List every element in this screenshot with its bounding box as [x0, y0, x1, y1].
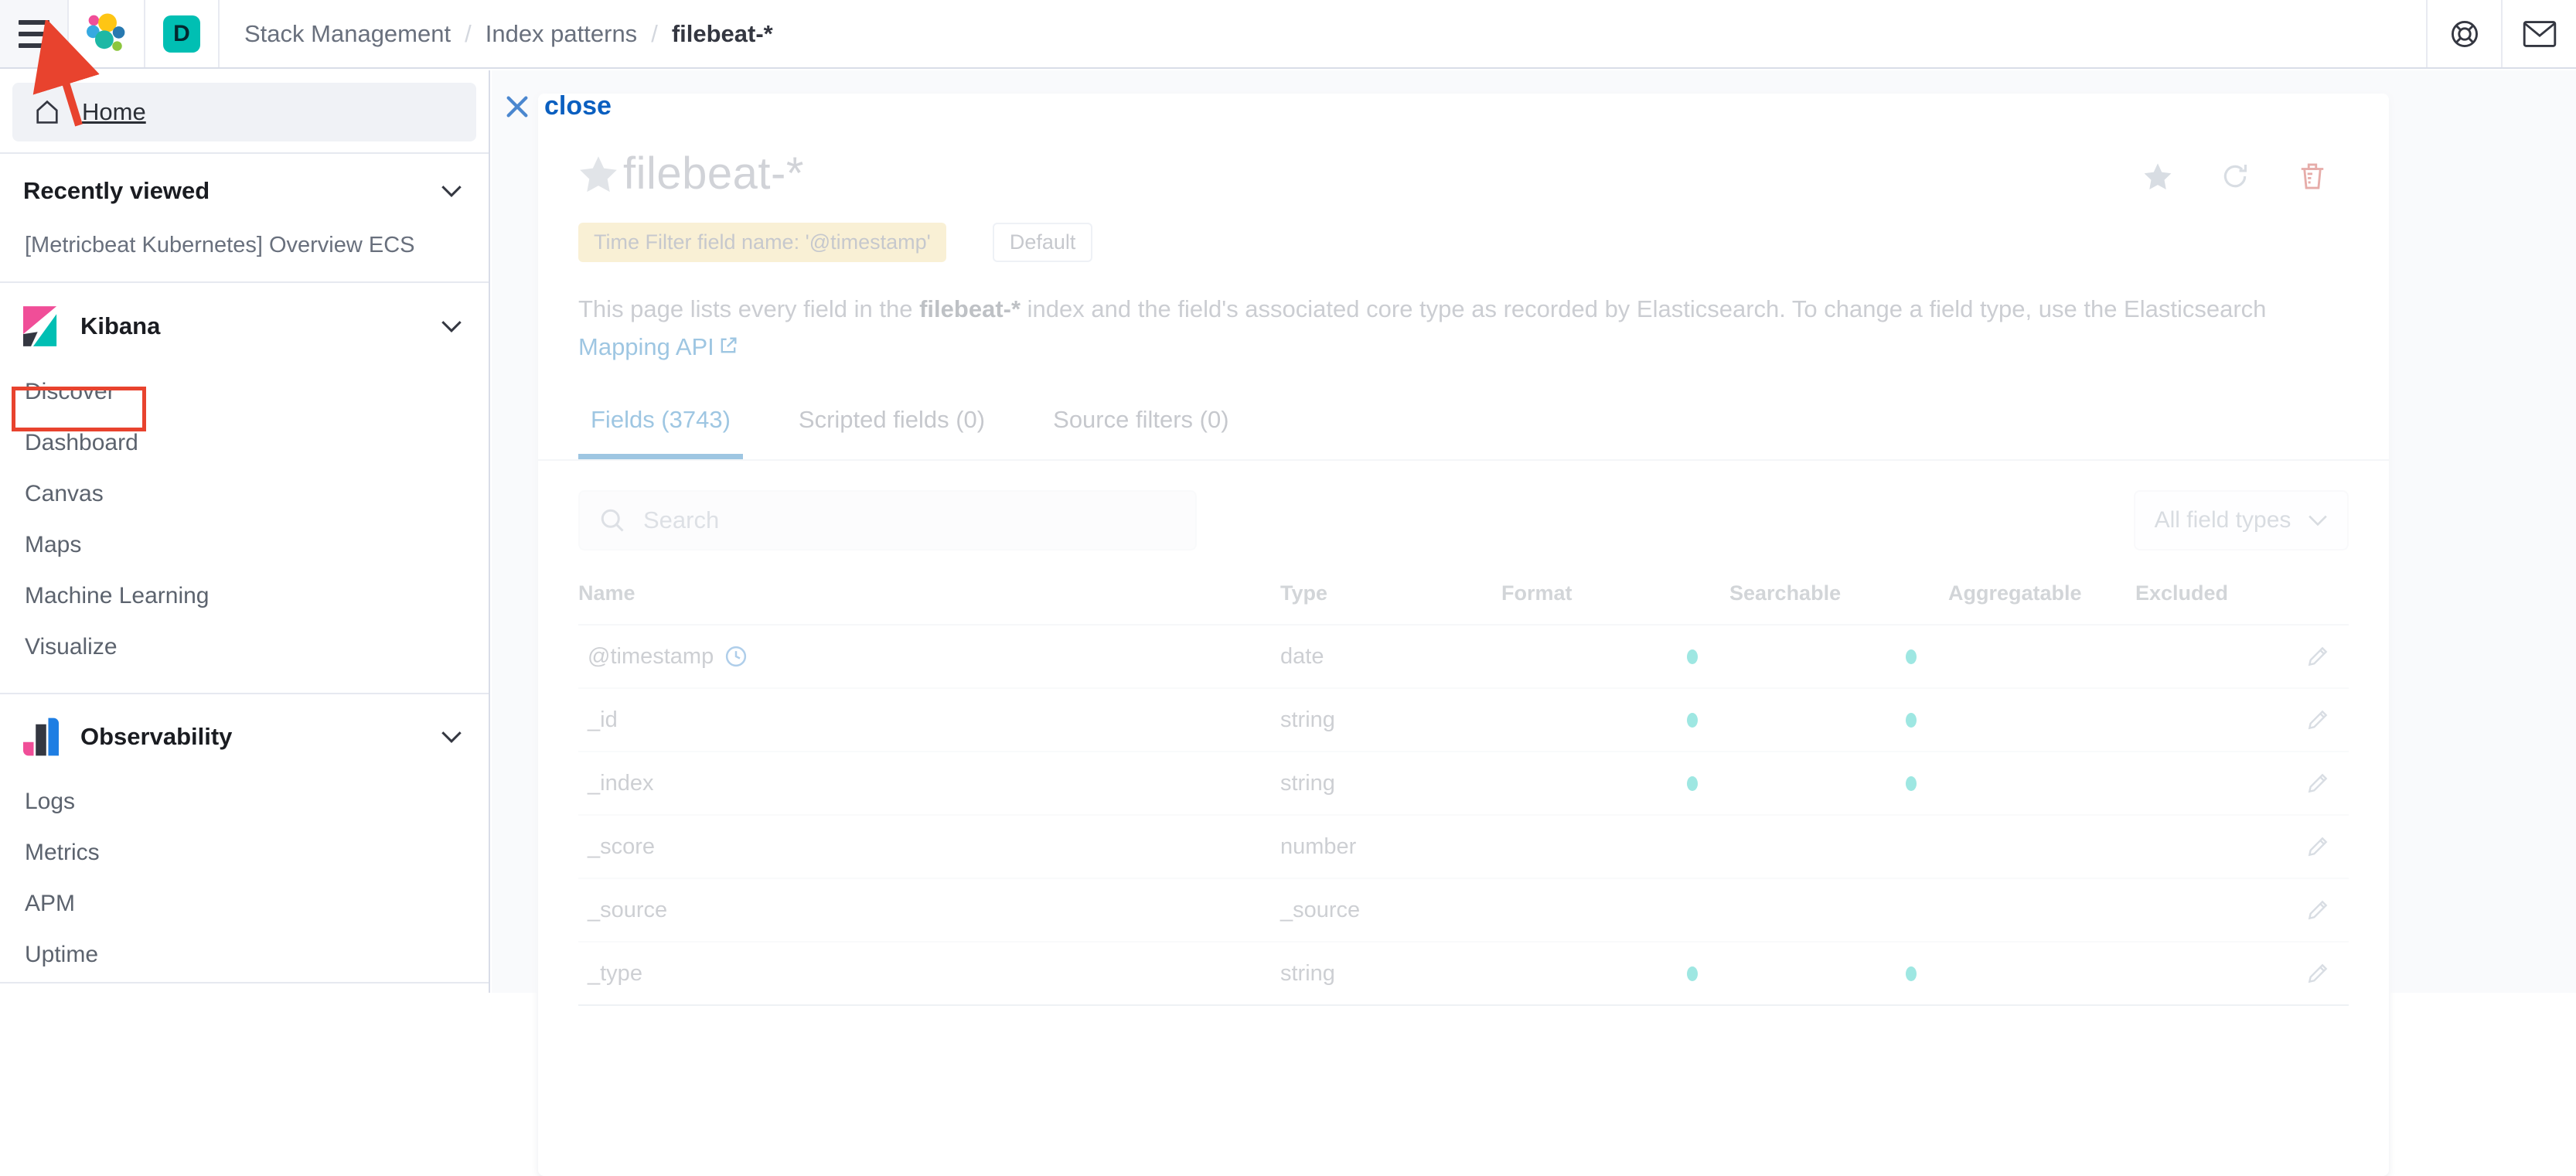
elastic-logo-icon	[86, 13, 128, 55]
home-icon	[32, 97, 62, 127]
breadcrumb-separator: /	[465, 20, 472, 48]
sidebar-item-canvas[interactable]: Canvas	[23, 469, 465, 520]
chevron-down-icon[interactable]	[441, 184, 462, 198]
breadcrumb-stack-management[interactable]: Stack Management	[244, 20, 451, 48]
breadcrumb-separator: /	[651, 20, 658, 48]
recently-viewed-item[interactable]: [Metricbeat Kubernetes] Overview ECS	[23, 225, 465, 261]
space-selector-button[interactable]: D	[145, 0, 220, 67]
sidebar-section-kibana: Kibana Discover Dashboard Canvas Maps Ma…	[0, 283, 489, 693]
sidebar-section-observability: Observability Logs Metrics APM Uptime	[0, 694, 489, 1000]
content-dim-overlay	[492, 70, 2576, 993]
help-life-ring-icon	[2449, 19, 2480, 49]
sidebar-item-home[interactable]: Home	[12, 83, 476, 141]
help-button[interactable]	[2426, 0, 2501, 67]
elastic-logo-button[interactable]	[69, 0, 145, 67]
close-label: close	[544, 91, 612, 121]
sidebar-item-visualize[interactable]: Visualize	[23, 622, 465, 673]
sidebar-item-logs[interactable]: Logs	[23, 776, 465, 827]
menu-hamburger-button[interactable]	[0, 0, 69, 67]
envelope-icon	[2523, 19, 2557, 49]
newsfeed-button[interactable]	[2501, 0, 2576, 67]
close-x-icon	[504, 94, 530, 120]
sidebar-item-discover[interactable]: Discover	[23, 366, 465, 418]
navigation-drawer: Home Recently viewed [Metricbeat Kuberne…	[0, 70, 490, 993]
sidebar-item-dashboard[interactable]: Dashboard	[23, 418, 465, 469]
sidebar-item-uptime[interactable]: Uptime	[23, 929, 465, 980]
observability-section-title[interactable]: Observability	[80, 723, 232, 751]
close-annotation-button[interactable]: close	[504, 91, 612, 121]
top-navigation-bar: D Stack Management / Index patterns / fi…	[0, 0, 2576, 69]
recently-viewed-title: Recently viewed	[23, 177, 210, 205]
space-badge: D	[163, 15, 200, 53]
observability-logo-icon	[23, 718, 59, 756]
sidebar-item-maps[interactable]: Maps	[23, 520, 465, 571]
hamburger-icon	[19, 20, 49, 48]
breadcrumb-current-page: filebeat-*	[672, 20, 773, 48]
sidebar-item-apm[interactable]: APM	[23, 878, 465, 929]
kibana-logo-icon	[23, 306, 59, 346]
home-label: Home	[82, 98, 146, 126]
sidebar-section-recently-viewed: Recently viewed [Metricbeat Kubernetes] …	[0, 154, 489, 281]
chevron-down-icon[interactable]	[441, 319, 462, 333]
chevron-down-icon[interactable]	[441, 730, 462, 744]
breadcrumb: Stack Management / Index patterns / file…	[220, 0, 773, 67]
sidebar-item-machine-learning[interactable]: Machine Learning	[23, 571, 465, 622]
sidebar-divider	[0, 982, 489, 983]
sidebar-item-metrics[interactable]: Metrics	[23, 827, 465, 878]
breadcrumb-index-patterns[interactable]: Index patterns	[486, 20, 637, 48]
kibana-section-title[interactable]: Kibana	[80, 312, 160, 340]
